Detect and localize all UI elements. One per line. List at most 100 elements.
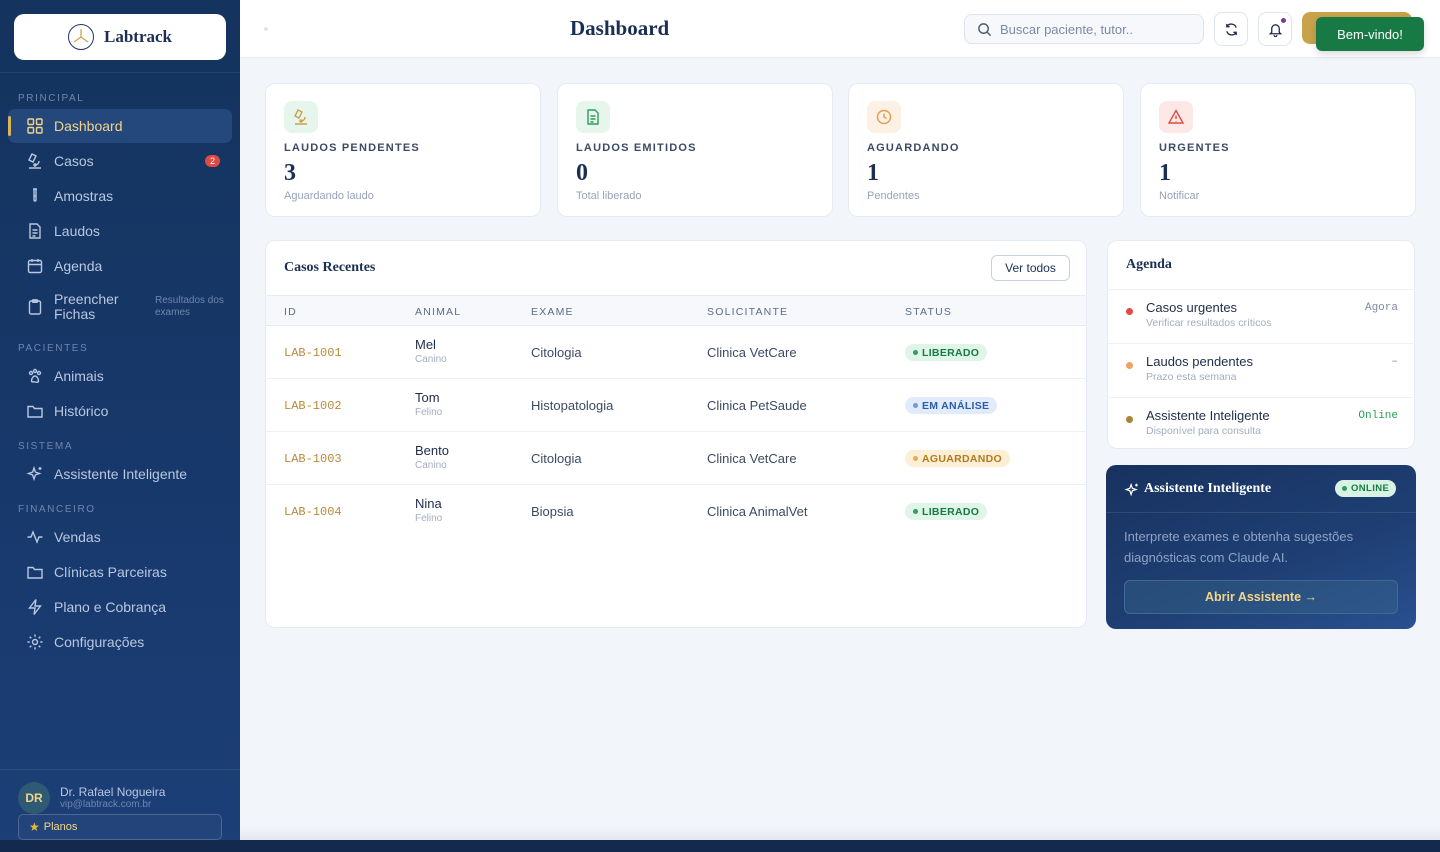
- sidebar-item-sub: Resultados dos exames: [155, 295, 224, 318]
- agenda-sub: Prazo esta semana: [1146, 371, 1237, 383]
- search-input[interactable]: Buscar paciente, tutor..: [964, 14, 1204, 44]
- welcome-toast: Bem-vindo!: [1316, 17, 1424, 51]
- status-badge: LIBERADO: [905, 503, 988, 520]
- logo[interactable]: Labtrack: [14, 14, 226, 60]
- sidebar-item-label: Laudos: [54, 223, 100, 239]
- stat-value: 1: [867, 160, 879, 186]
- sidebar-item-animais[interactable]: Animais: [8, 359, 232, 393]
- bell-icon: [1268, 23, 1282, 37]
- status-badge: EM ANÁLISE: [905, 397, 998, 414]
- sidebar-item-amostras[interactable]: Amostras: [8, 179, 232, 213]
- sidebar-item-label: Amostras: [54, 188, 114, 204]
- sidebar-item-preencher-fichas[interactable]: Preencher Fichas Resultados dos exames: [8, 289, 232, 325]
- section-label-principal: PRINCIPAL: [18, 93, 85, 104]
- stat-label: AGUARDANDO: [867, 142, 960, 154]
- stat-value: 1: [1159, 160, 1171, 186]
- count-badge: 2: [204, 155, 220, 167]
- avatar[interactable]: DR: [18, 782, 50, 814]
- section-label-pacientes: PACIENTES: [18, 343, 89, 354]
- stat-card-urgentes: URGENTES 1 Notificar: [1140, 83, 1416, 217]
- exam: Histopatologia: [531, 398, 614, 413]
- agenda-title: Laudos pendentes: [1146, 354, 1253, 369]
- table-row[interactable]: LAB-1002 Tom Felino Histopatologia Clini…: [266, 379, 1086, 432]
- plans-button[interactable]: ★ Planos: [18, 814, 222, 840]
- case-id[interactable]: LAB-1001: [284, 346, 342, 360]
- agenda-item[interactable]: Assistente Inteligente Disponível para c…: [1108, 397, 1416, 451]
- bolt-icon: [28, 599, 42, 615]
- sidebar-item-vendas[interactable]: Vendas: [8, 520, 232, 554]
- bottom-bar: [0, 840, 1440, 852]
- case-id[interactable]: LAB-1004: [284, 505, 342, 519]
- agenda-title: Assistente Inteligente: [1146, 408, 1270, 423]
- sidebar-item-configuracoes[interactable]: Configurações: [8, 625, 232, 659]
- agenda-status: Online: [1358, 410, 1398, 422]
- table-row[interactable]: LAB-1001 Mel Canino Citologia Clinica Ve…: [266, 326, 1086, 379]
- sparkle-icon: [26, 465, 42, 482]
- stat-label: URGENTES: [1159, 142, 1230, 154]
- section-label-sistema: SISTEMA: [18, 441, 74, 452]
- sidebar-item-casos[interactable]: Casos 2: [8, 144, 232, 178]
- alert-icon: [1159, 101, 1193, 133]
- agenda-title: Casos urgentes: [1146, 300, 1238, 315]
- assistant-description: Interprete exames e obtenha sugestões di…: [1124, 529, 1354, 565]
- stat-value: 0: [576, 160, 588, 186]
- table-row[interactable]: LAB-1004 Nina Felino Biopsia Clinica Ani…: [266, 485, 1086, 538]
- notifications-button[interactable]: [1258, 12, 1292, 46]
- sidebar-item-label: Preencher Fichas: [54, 291, 119, 322]
- topbar: Dashboard Buscar paciente, tutor..: [240, 0, 1440, 58]
- agenda-item[interactable]: Casos urgentes Verificar resultados crít…: [1108, 289, 1416, 343]
- requester: Clinica AnimalVet: [707, 504, 808, 519]
- stat-sub: Total liberado: [576, 190, 642, 202]
- sidebar-item-clinicas-parceiras[interactable]: Clínicas Parceiras: [8, 555, 232, 589]
- star-icon: ★: [29, 820, 40, 834]
- animal-species: Canino: [415, 354, 447, 365]
- user-name: Dr. Rafael Nogueira: [60, 785, 166, 799]
- open-assistant-button[interactable]: Abrir Assistente →: [1124, 580, 1398, 614]
- exam: Citologia: [531, 345, 582, 360]
- stat-card-laudos-pendentes: LAUDOS PENDENTES 3 Aguardando laudo: [265, 83, 541, 217]
- sidebar-item-historico[interactable]: Histórico: [8, 394, 232, 428]
- assistant-header: Assistente Inteligente ONLINE: [1106, 465, 1416, 513]
- sidebar-item-plano-cobranca[interactable]: Plano e Cobrança: [8, 590, 232, 624]
- animal-name: Bento: [415, 443, 449, 458]
- animal-name: Mel: [415, 337, 436, 352]
- microscope-icon: [28, 153, 41, 169]
- sidebar: Labtrack PRINCIPAL Dashboard Casos 2 Amo…: [0, 0, 240, 852]
- sparkle-icon: [1124, 482, 1138, 497]
- table-header: ID ANIMAL EXAME SOLICITANTE STATUS: [266, 295, 1086, 326]
- requester: Clinica PetSaude: [707, 398, 807, 413]
- sidebar-item-assistente[interactable]: Assistente Inteligente: [8, 457, 232, 491]
- view-all-button[interactable]: Ver todos: [991, 255, 1070, 281]
- microscope-icon: [284, 101, 318, 133]
- agenda-item[interactable]: Laudos pendentes Prazo esta semana –: [1108, 343, 1416, 397]
- refresh-icon: [1225, 22, 1237, 36]
- stat-sub: Aguardando laudo: [284, 190, 374, 202]
- column-header: SOLICITANTE: [707, 306, 789, 318]
- status-badge: LIBERADO: [905, 344, 988, 361]
- sidebar-item-agenda[interactable]: Agenda: [8, 249, 232, 283]
- test-tube-icon: [33, 188, 37, 202]
- sidebar-item-dashboard[interactable]: Dashboard: [8, 109, 232, 143]
- assistant-title: Assistente Inteligente: [1144, 481, 1272, 496]
- case-id[interactable]: LAB-1003: [284, 452, 342, 466]
- stat-sub: Notificar: [1159, 190, 1200, 202]
- plans-label: Planos: [43, 821, 78, 833]
- stat-sub: Pendentes: [867, 190, 920, 202]
- agenda-time: –: [1391, 356, 1398, 368]
- page-title: Dashboard: [570, 16, 670, 40]
- sidebar-item-laudos[interactable]: Laudos: [8, 214, 232, 248]
- table-row[interactable]: LAB-1003 Bento Canino Citologia Clinica …: [266, 432, 1086, 485]
- document-icon: [29, 223, 41, 239]
- sidebar-item-label: Animais: [54, 368, 104, 384]
- clock-icon: [867, 101, 901, 133]
- agenda-card: Agenda Casos urgentes Verificar resultad…: [1107, 240, 1416, 451]
- case-id[interactable]: LAB-1002: [284, 399, 342, 413]
- sidebar-item-label: Assistente Inteligente: [54, 466, 188, 482]
- refresh-button[interactable]: [1214, 12, 1248, 46]
- requester: Clinica VetCare: [707, 345, 797, 360]
- animal-species: Canino: [415, 460, 447, 471]
- agenda-sub: Verificar resultados críticos: [1146, 317, 1272, 329]
- online-badge: ONLINE: [1335, 480, 1397, 497]
- stat-card-laudos-emitidos: LAUDOS EMITIDOS 0 Total liberado: [557, 83, 833, 217]
- stat-value: 3: [284, 160, 296, 186]
